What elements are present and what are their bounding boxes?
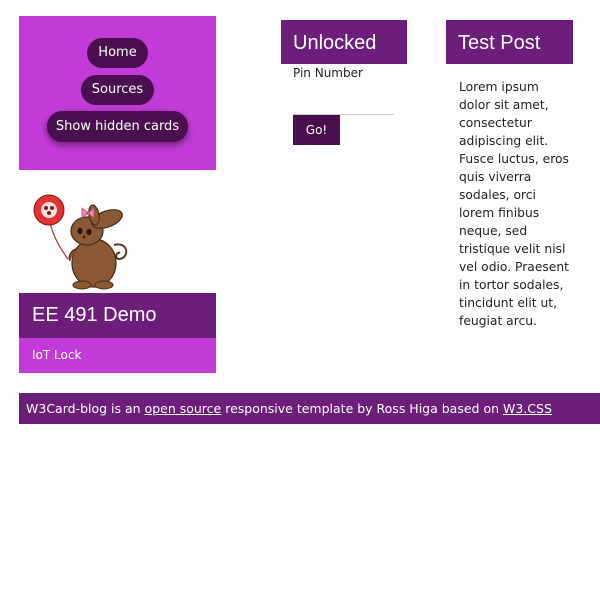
open-source-link[interactable]: open source: [145, 401, 222, 416]
unlock-card-title: Unlocked: [281, 20, 407, 64]
footer-text-middle: responsive template by Ross Higa based o…: [221, 401, 503, 416]
go-button[interactable]: Go!: [293, 115, 340, 145]
page: Home Sources Show hidden cards EE 491 De…: [0, 0, 600, 600]
profile-title: EE 491 Demo: [19, 293, 216, 338]
profile-subtitle: IoT Lock: [19, 338, 216, 373]
post-card-body: Lorem ipsum dolor sit amet, consectetur …: [459, 80, 569, 328]
show-hidden-cards-button[interactable]: Show hidden cards: [47, 111, 188, 142]
home-button[interactable]: Home: [87, 38, 148, 68]
mascot-image: [32, 193, 132, 291]
pin-number-label: Pin Number: [293, 66, 363, 80]
footer: W3Card-blog is an open source responsive…: [19, 393, 600, 424]
sources-button[interactable]: Sources: [81, 75, 154, 105]
footer-text-before: W3Card-blog is an: [26, 401, 145, 416]
w3css-link[interactable]: W3.CSS: [503, 401, 552, 416]
nav-card: Home Sources Show hidden cards: [19, 16, 216, 170]
pin-number-input[interactable]: [293, 90, 394, 115]
post-card-title: Test Post: [446, 20, 573, 64]
